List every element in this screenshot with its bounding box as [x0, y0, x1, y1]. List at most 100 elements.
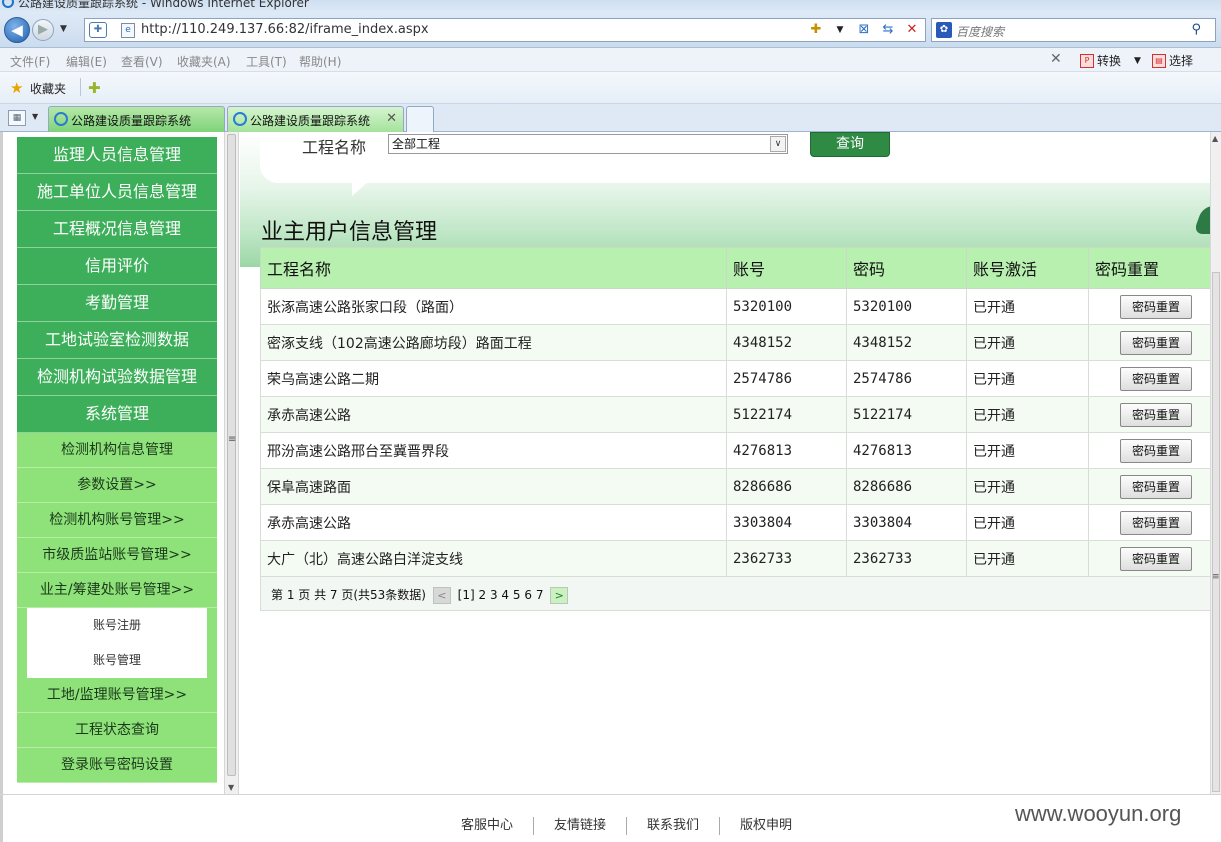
quick-tabs-icon[interactable]: ▦ [8, 110, 26, 126]
sidebar-subitem-login-settings[interactable]: 登录账号密码设置 [17, 748, 217, 783]
favorites-label[interactable]: 收藏夹 [30, 80, 66, 97]
menu-favorites[interactable]: 收藏夹(A) [177, 53, 231, 70]
password-reset-button[interactable]: 密码重置 [1120, 330, 1192, 355]
new-tab-button[interactable] [406, 106, 434, 132]
menu-edit[interactable]: 编辑(E) [66, 53, 107, 70]
column-header-account: 账号 [726, 247, 847, 289]
recent-pages-dropdown[interactable]: ▼ [60, 24, 67, 34]
password-reset-button[interactable]: 密码重置 [1120, 294, 1192, 319]
scroll-up-icon[interactable]: ▲ [1212, 134, 1218, 143]
main-scrollbar-thumb[interactable] [1212, 272, 1220, 792]
footer-link-friends[interactable]: 友情链接 [534, 817, 628, 835]
chevron-down-icon[interactable]: ∨ [770, 136, 786, 152]
compatibility-icon[interactable]: ✚ [807, 21, 825, 39]
convert-button[interactable]: P 转换 ▼ [1080, 52, 1141, 69]
page-link-6[interactable]: 6 [524, 588, 532, 602]
tab-1[interactable]: 公路建设质量跟踪系统 [48, 106, 225, 132]
left-scrollbar-thumb[interactable] [227, 134, 236, 776]
close-menu-icon[interactable]: ✕ [1050, 51, 1062, 67]
query-button[interactable]: 查询 [810, 132, 890, 157]
forward-button[interactable]: ▶ [32, 19, 54, 41]
address-bar[interactable]: ✚ e http://110.249.137.66:82/iframe_inde… [84, 18, 926, 42]
page-link-4[interactable]: 4 [501, 588, 509, 602]
menu-help[interactable]: 帮助(H) [299, 53, 341, 70]
password-reset-button[interactable]: 密码重置 [1120, 402, 1192, 427]
close-tab-icon[interactable]: ✕ [386, 111, 397, 126]
back-button[interactable]: ◀ [4, 17, 30, 43]
frame-splitter[interactable]: ≡ ▼ [224, 132, 239, 794]
cell-project: 承赤高速公路 [260, 396, 727, 433]
favorites-bar: ★ 收藏夹 ✚ [0, 72, 1221, 104]
search-icon[interactable]: ⚲ [1191, 22, 1201, 37]
add-favorite-icon[interactable]: ✚ [88, 79, 101, 97]
sidebar-item-lab-data[interactable]: 工地试验室检测数据 [17, 322, 217, 359]
sidebar-subitem-institution-accounts[interactable]: 检测机构账号管理>> [17, 503, 217, 538]
sidebar-item-contractor[interactable]: 施工单位人员信息管理 [17, 174, 217, 211]
password-reset-button[interactable]: 密码重置 [1120, 546, 1192, 571]
select-button[interactable]: ▤ 选择 [1152, 52, 1193, 69]
footer-links: 客服中心 友情链接 联系我们 版权申明 [453, 817, 812, 835]
splitter-grip-icon[interactable]: ≡ [228, 434, 236, 445]
footer-link-contact[interactable]: 联系我们 [627, 817, 721, 835]
tab-list-dropdown[interactable]: ▼ [32, 112, 38, 121]
sidebar-item-project-overview[interactable]: 工程概况信息管理 [17, 211, 217, 248]
sidebar-subitem-city-accounts[interactable]: 市级质监站账号管理>> [17, 538, 217, 573]
project-select[interactable]: 全部工程 ∨ [388, 134, 788, 154]
main-frame: 工程名称 全部工程 ∨ 查询 业主用户信息管理 工程名称 账号 密码 账号激活 … [240, 132, 1221, 794]
scroll-down-icon[interactable]: ▼ [228, 783, 234, 792]
cell-project: 承赤高速公路 [260, 504, 727, 541]
scrollbar-grip-icon[interactable]: ≡ [1212, 572, 1220, 582]
cell-reset: 密码重置 [1088, 288, 1212, 325]
sidebar-subitem-institution-info[interactable]: 检测机构信息管理 [17, 433, 217, 468]
refresh-icon[interactable]: ⇆ [879, 21, 897, 39]
footer-link-copyright[interactable]: 版权申明 [720, 817, 812, 835]
chevron-down-icon[interactable]: ▼ [1134, 56, 1141, 66]
sidebar-item-credit[interactable]: 信用评价 [17, 248, 217, 285]
tab-2-active[interactable]: 公路建设质量跟踪系统 ✕ [227, 106, 404, 132]
password-reset-button[interactable]: 密码重置 [1120, 474, 1192, 499]
cell-password: 5122174 [846, 396, 967, 433]
menu-bar: 文件(F) 编辑(E) 查看(V) 收藏夹(A) 工具(T) 帮助(H) ✕ P… [0, 48, 1221, 72]
menu-view[interactable]: 查看(V) [121, 53, 163, 70]
pagination: 第 1 页 共 7 页(共53条数据) < [1] 2 3 4 5 6 7 > [260, 576, 1212, 611]
pdf-icon: P [1080, 53, 1094, 68]
compat-view-icon[interactable]: ⊠ [855, 21, 873, 39]
menu-file[interactable]: 文件(F) [10, 53, 50, 70]
address-dropdown-icon[interactable]: ▼ [831, 21, 849, 39]
page-link-3[interactable]: 3 [490, 588, 498, 602]
table-row: 荣乌高速公路二期 2574786 2574786 已开通 密码重置 [260, 360, 1212, 397]
password-reset-button[interactable]: 密码重置 [1120, 510, 1192, 535]
sidebar-subitem-owner-accounts[interactable]: 业主/筹建处账号管理>> [17, 573, 217, 608]
main-scrollbar[interactable]: ▲ ≡ [1210, 132, 1221, 794]
page-link-5[interactable]: 5 [513, 588, 521, 602]
table-row: 邢汾高速公路邢台至冀晋界段 4276813 4276813 已开通 密码重置 [260, 432, 1212, 469]
sidebar-subitem-project-status[interactable]: 工程状态查询 [17, 713, 217, 748]
sidebar-item-attendance[interactable]: 考勤管理 [17, 285, 217, 322]
menu-tools[interactable]: 工具(T) [246, 53, 287, 70]
page-link-2[interactable]: 2 [478, 588, 486, 602]
sidebar-link-manage[interactable]: 账号管理 [27, 643, 207, 678]
sidebar-item-supervisor[interactable]: 监理人员信息管理 [17, 137, 217, 174]
sidebar-subitem-site-accounts[interactable]: 工地/监理账号管理>> [17, 678, 217, 713]
cell-reset: 密码重置 [1088, 324, 1212, 361]
cell-account: 2362733 [726, 540, 847, 577]
cell-status: 已开通 [966, 540, 1089, 577]
sidebar-link-register[interactable]: 账号注册 [27, 608, 207, 643]
next-page-button[interactable]: > [550, 587, 569, 604]
password-reset-button[interactable]: 密码重置 [1120, 366, 1192, 391]
sidebar-item-test-data[interactable]: 检测机构试验数据管理 [17, 359, 217, 396]
address-url[interactable]: http://110.249.137.66:82/iframe_index.as… [141, 22, 429, 37]
prev-page-button[interactable]: < [432, 587, 451, 604]
footer-link-service[interactable]: 客服中心 [453, 817, 535, 835]
search-box[interactable]: ✿ 百度搜索 ⚲ [931, 18, 1216, 42]
stop-icon[interactable]: ✕ [903, 21, 921, 39]
password-reset-button[interactable]: 密码重置 [1120, 438, 1192, 463]
sidebar-subitem-params[interactable]: 参数设置>> [17, 468, 217, 503]
sidebar-item-system[interactable]: 系统管理 [17, 396, 217, 433]
page-link-7[interactable]: 7 [536, 588, 544, 602]
favorites-star-icon[interactable]: ★ [10, 79, 23, 97]
divider [80, 78, 81, 96]
page-content: 监理人员信息管理 施工单位人员信息管理 工程概况信息管理 信用评价 考勤管理 工… [0, 132, 1221, 842]
shield-icon[interactable]: ✚ [89, 22, 107, 38]
search-placeholder[interactable]: 百度搜索 [956, 23, 1004, 40]
